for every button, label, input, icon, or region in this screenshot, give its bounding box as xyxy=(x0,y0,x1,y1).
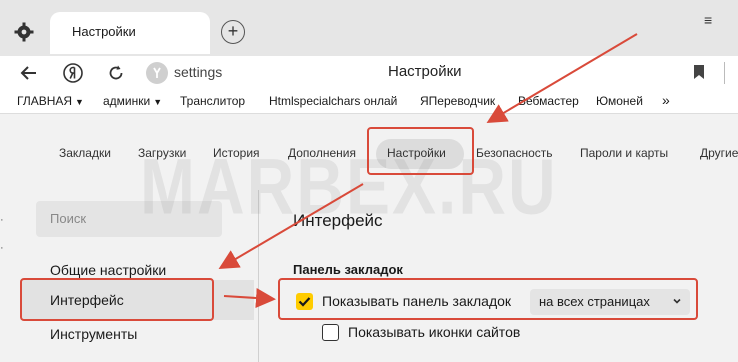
gear-icon[interactable] xyxy=(14,22,34,42)
bookmark-adminki[interactable]: админки ▼ xyxy=(103,94,162,108)
bookmarks-bar: ГЛАВНАЯ ▼ админки ▼ Транслитор Htmlspecial… xyxy=(0,90,738,114)
edge-mark: · xyxy=(0,242,4,254)
tab-passwords[interactable]: Пароли и карты xyxy=(580,146,668,160)
yandex-logo-icon[interactable] xyxy=(62,62,84,84)
address-url[interactable]: settings xyxy=(174,64,222,80)
tab-title: Настройки xyxy=(72,24,136,39)
sidebar-item-tools[interactable]: Инструменты xyxy=(50,326,137,342)
edge-mark: · xyxy=(0,214,4,226)
browser-menu-button[interactable]: ≡ xyxy=(704,12,712,28)
watermark: MARBEX.RU xyxy=(140,141,558,231)
group-title: Панель закладок xyxy=(293,262,403,277)
chevron-down-icon: ▼ xyxy=(153,97,163,107)
chevron-down-icon: ▼ xyxy=(75,97,84,107)
bookmark-htmlspecialchars[interactable]: Htmlspecialchars онлай xyxy=(269,94,404,108)
new-tab-button[interactable]: + xyxy=(221,20,245,44)
show-site-icons-checkbox[interactable] xyxy=(322,324,339,341)
back-arrow-icon[interactable] xyxy=(18,62,40,84)
tab-bookmarks[interactable]: Закладки xyxy=(59,146,111,160)
show-site-icons-label: Показывать иконки сайтов xyxy=(348,324,521,340)
divider xyxy=(724,62,725,84)
annotation-box-interface-item xyxy=(20,278,214,321)
tab-bar: Настройки + ≡ xyxy=(0,0,738,56)
tab-settings[interactable]: Настройки xyxy=(50,12,210,54)
bookmark-webmaster[interactable]: Вебмастер xyxy=(518,94,579,108)
address-page-title: Настройки xyxy=(388,63,462,80)
sidebar-item-general[interactable]: Общие настройки xyxy=(50,262,166,278)
site-badge-icon xyxy=(146,62,168,84)
tab-other[interactable]: Другие xyxy=(700,146,738,160)
bookmark-yaperevodchik[interactable]: ЯПереводчик xyxy=(420,94,495,108)
bookmark-glavnaya[interactable]: ГЛАВНАЯ ▼ xyxy=(17,94,84,108)
address-bar: settings Настройки xyxy=(0,56,738,90)
bookmarks-overflow-button[interactable]: » xyxy=(662,92,670,108)
bookmark-icon[interactable] xyxy=(693,64,705,80)
reload-icon[interactable] xyxy=(105,62,127,84)
bookmark-yumoney[interactable]: Юмоней xyxy=(596,94,643,108)
search-placeholder: Поиск xyxy=(50,211,87,226)
annotation-box-settings-tab xyxy=(367,127,474,175)
bookmark-translitor[interactable]: Транслитор xyxy=(180,94,245,108)
annotation-box-bookmarks-option xyxy=(278,278,698,320)
